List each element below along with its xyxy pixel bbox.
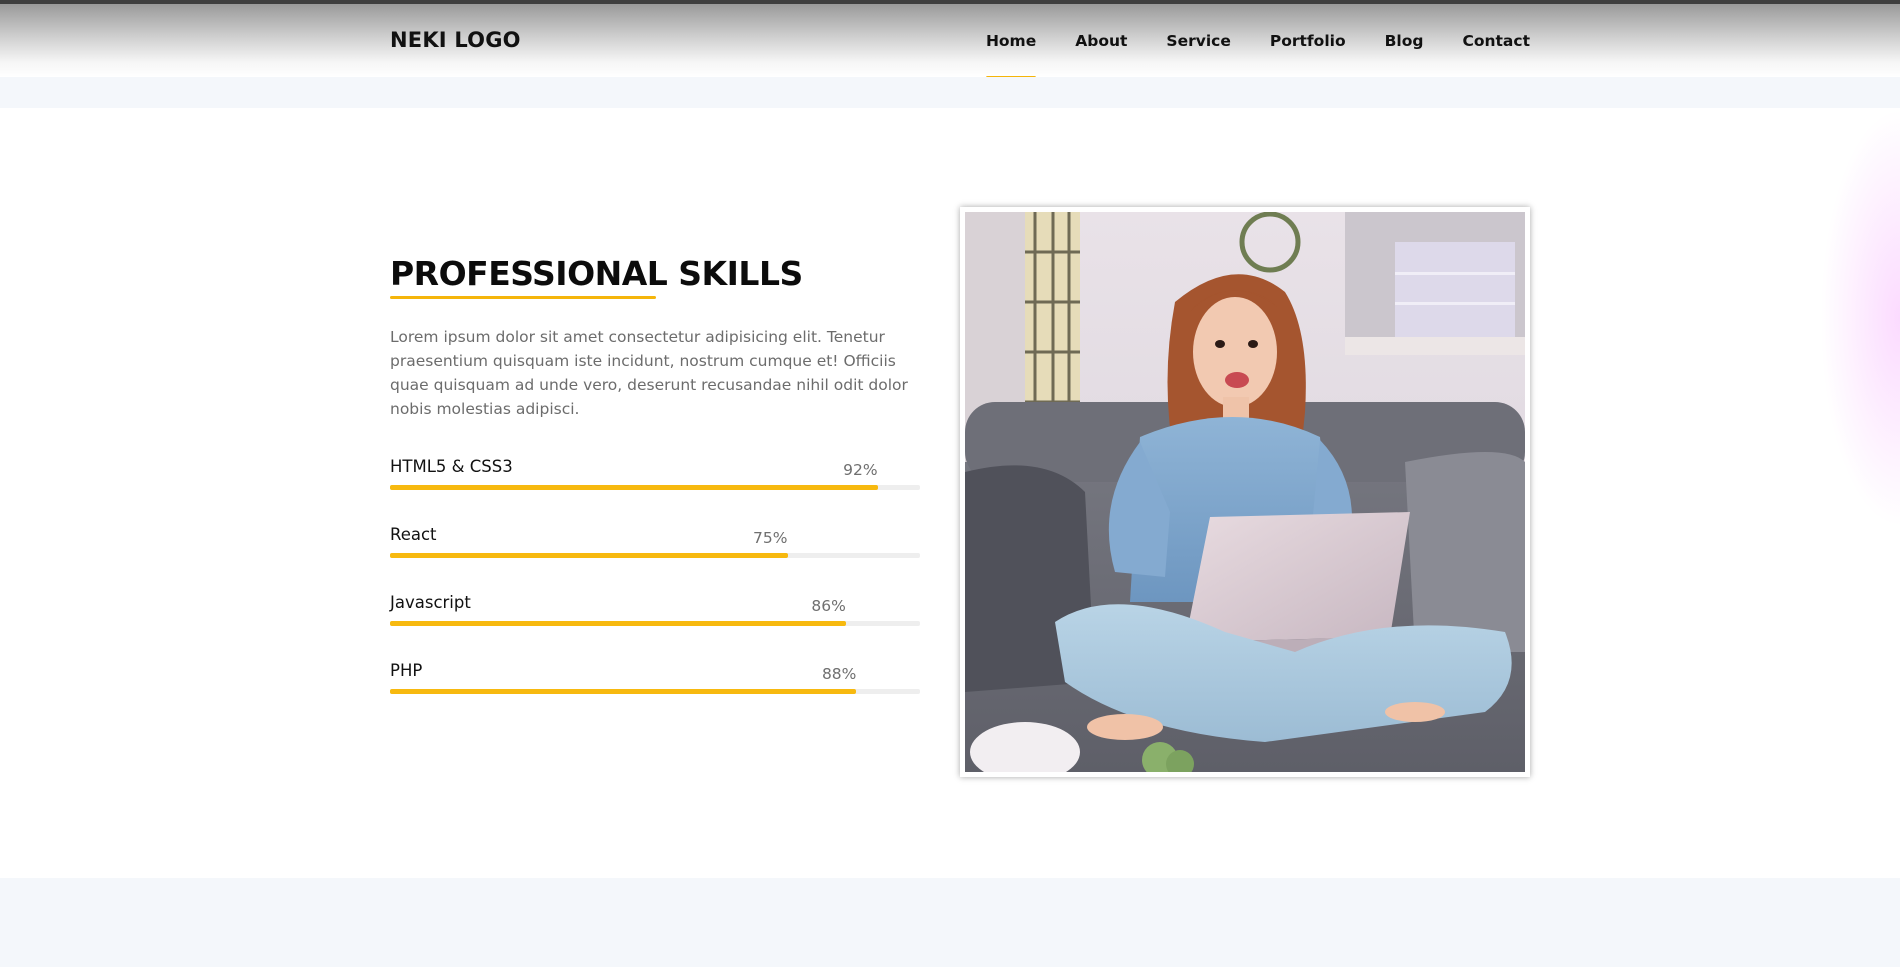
skill-percent: 92% <box>843 461 878 480</box>
title-underline <box>390 296 656 300</box>
decorative-glow <box>1820 108 1900 528</box>
skills-section: PROFESSIONAL SKILLS Lorem ipsum dolor si… <box>0 108 1900 878</box>
skill-item: Javascript 86% <box>390 593 920 661</box>
skills-content: PROFESSIONAL SKILLS Lorem ipsum dolor si… <box>390 254 920 729</box>
site-logo[interactable]: NEKI LOGO <box>390 28 521 52</box>
woman-with-laptop-photo <box>965 212 1525 772</box>
skill-item: React 75% <box>390 525 920 593</box>
skill-name: PHP <box>390 661 423 681</box>
skill-percent: 88% <box>821 665 857 684</box>
progress-track <box>390 689 920 695</box>
skill-percent: 86% <box>811 597 846 616</box>
progress-fill <box>390 621 846 627</box>
nav-item-service[interactable]: Service <box>1166 32 1230 50</box>
nav-item-about[interactable]: About <box>1075 32 1127 50</box>
nav-item-contact[interactable]: Contact <box>1462 32 1530 50</box>
progress-fill <box>390 689 857 695</box>
skill-item: PHP 88% <box>390 661 920 729</box>
site-header: NEKI LOGO Home About Service Portfolio B… <box>0 0 1900 79</box>
section-title: PROFESSIONAL SKILLS <box>390 254 803 293</box>
next-section-background <box>0 878 1900 967</box>
skills-list: HTML5 & CSS3 92% React 75% Javascript 86… <box>390 457 920 729</box>
skill-percent: 75% <box>753 529 788 548</box>
progress-fill <box>390 553 788 559</box>
section-description: Lorem ipsum dolor sit amet consectetur a… <box>390 328 908 419</box>
progress-track <box>390 553 920 559</box>
skill-name: HTML5 & CSS3 <box>390 457 513 477</box>
nav-item-blog[interactable]: Blog <box>1385 32 1424 50</box>
nav-item-home[interactable]: Home <box>985 32 1037 79</box>
progress-track <box>390 621 920 627</box>
progress-fill <box>390 485 878 491</box>
main-nav: Home About Service Portfolio Blog Contac… <box>985 32 1530 79</box>
header-spacer <box>0 77 1900 108</box>
nav-item-portfolio[interactable]: Portfolio <box>1270 32 1346 50</box>
progress-track <box>390 485 920 491</box>
profile-photo-frame <box>960 207 1530 777</box>
skill-name: Javascript <box>390 593 471 613</box>
skill-item: HTML5 & CSS3 92% <box>390 457 920 525</box>
skill-name: React <box>390 525 437 545</box>
